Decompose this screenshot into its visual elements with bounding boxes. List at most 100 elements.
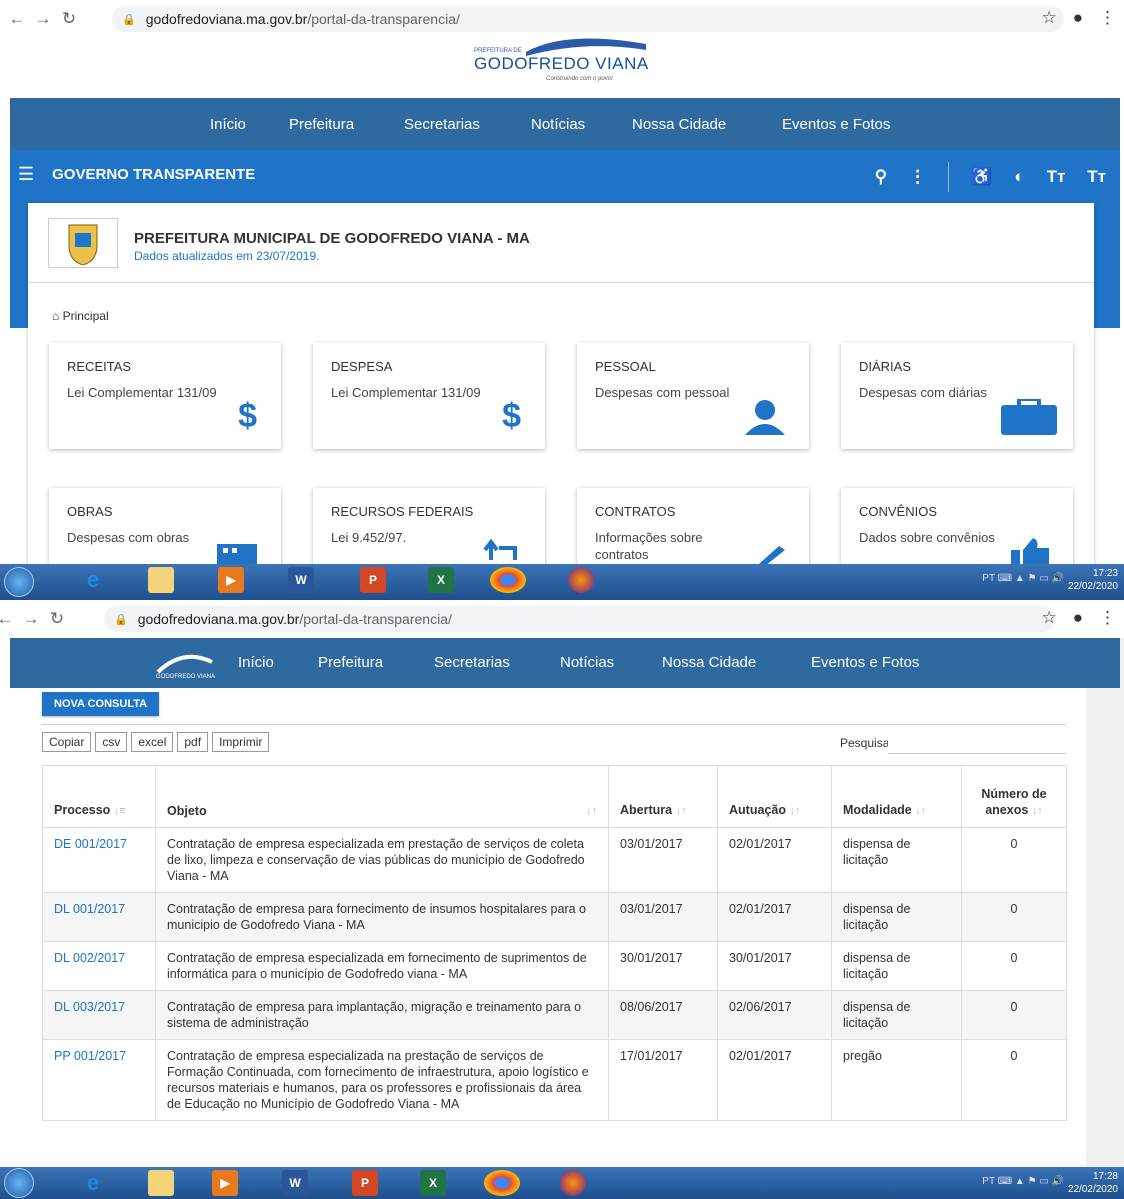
more-vert-icon[interactable]: ⋮	[909, 167, 926, 187]
col-autuacao[interactable]: Autuação ↓↑	[717, 765, 832, 828]
hamburger-menu-icon[interactable]: ☰	[18, 164, 34, 185]
bookmark-star-icon[interactable]: ☆	[1041, 8, 1056, 28]
search-icon[interactable]: ⚲	[875, 167, 887, 187]
accessibility-icon[interactable]: ♿	[971, 167, 992, 187]
chrome-icon[interactable]	[490, 567, 526, 593]
font-increase-icon[interactable]: Tт	[1047, 167, 1066, 187]
copy-button[interactable]: Copiar	[42, 732, 92, 752]
file-explorer-icon[interactable]	[148, 567, 174, 593]
chrome-icon[interactable]	[484, 1170, 520, 1196]
excel-icon[interactable]: X	[420, 1170, 446, 1196]
address-bar[interactable]: 🔒 godofredoviana.ma.gov.br/portal-da-tra…	[112, 6, 1064, 32]
clock[interactable]: 17:28 22/02/2020	[1068, 1170, 1118, 1196]
col-objeto[interactable]: Objeto ↓↑	[155, 765, 609, 828]
reload-icon[interactable]: ↻	[44, 609, 70, 629]
coat-of-arms-icon	[48, 218, 118, 268]
language-indicator[interactable]: PT	[982, 573, 995, 584]
back-icon[interactable]: ←	[4, 9, 30, 29]
browser-menu-icon[interactable]: ⋮	[1099, 8, 1116, 28]
powerpoint-icon[interactable]: P	[352, 1170, 378, 1196]
start-button[interactable]	[4, 567, 34, 597]
word-icon[interactable]: W	[288, 567, 314, 593]
site-logo[interactable]: PREFEITURA DE GODOFREDO VIANA Construind…	[466, 34, 676, 92]
clock[interactable]: 17:23 22/02/2020	[1068, 567, 1118, 593]
nav-nossa-cidade[interactable]: Nossa Cidade	[662, 654, 756, 671]
cell-processo[interactable]: DL 001/2017	[42, 892, 156, 942]
screenshot-licitacoes: ← → ↻ 🔒 godofredoviana.ma.gov.br/portal-…	[0, 600, 1124, 1199]
firefox-icon[interactable]	[560, 1170, 586, 1196]
tile-pessoal[interactable]: PESSOAL Despesas com pessoal	[577, 343, 809, 449]
language-indicator[interactable]: PT	[982, 1176, 995, 1187]
nav-inicio[interactable]: Início	[210, 116, 246, 133]
tile-despesa[interactable]: DESPESA Lei Complementar 131/09 $	[313, 343, 545, 449]
logo-name: GODOFREDO VIANA	[474, 54, 649, 73]
search-input[interactable]	[888, 734, 1066, 754]
cell-anexos: 0	[961, 941, 1067, 991]
briefcase-icon	[1001, 399, 1057, 435]
file-explorer-icon[interactable]	[148, 1170, 174, 1196]
cell-objeto: Contratação de empresa para fornecimento…	[155, 892, 609, 942]
nav-prefeitura[interactable]: Prefeitura	[289, 116, 354, 133]
cell-autuacao: 02/06/2017	[717, 990, 832, 1040]
tile-desc: Lei 9.452/97.	[331, 530, 407, 545]
tile-diarias[interactable]: DIÁRIAS Despesas com diárias	[841, 343, 1073, 449]
col-processo[interactable]: Processo ↓≡	[42, 765, 156, 828]
word-icon[interactable]: W	[282, 1170, 308, 1196]
nova-consulta-button[interactable]: NOVA CONSULTA	[42, 692, 160, 716]
nav-eventos-fotos[interactable]: Eventos e Fotos	[782, 116, 890, 133]
thumbs-up-icon	[1011, 538, 1049, 566]
breadcrumb[interactable]: ⌂ Principal	[52, 309, 109, 323]
small-logo-icon[interactable]: GODOFREDO VIANA	[148, 644, 218, 680]
contrast-icon[interactable]: ◐	[1014, 167, 1024, 187]
profile-icon[interactable]: ●	[1073, 608, 1083, 628]
cell-modalidade: dispensa de licitação	[831, 941, 962, 991]
nav-secretarias[interactable]: Secretarias	[404, 116, 480, 133]
excel-icon[interactable]: X	[428, 567, 454, 593]
cell-processo[interactable]: DE 001/2017	[42, 827, 156, 893]
start-button[interactable]	[4, 1168, 34, 1198]
forward-icon[interactable]: →	[30, 9, 56, 29]
excel-button[interactable]: excel	[131, 732, 174, 752]
csv-button[interactable]: csv	[95, 732, 128, 752]
sort-icon: ↓↑	[789, 805, 801, 817]
nav-secretarias[interactable]: Secretarias	[434, 654, 510, 671]
nav-inicio[interactable]: Início	[238, 654, 274, 671]
back-icon[interactable]: ←	[0, 609, 18, 629]
nav-noticias[interactable]: Notícias	[531, 116, 585, 133]
forward-icon[interactable]: →	[18, 609, 44, 629]
nav-eventos-fotos[interactable]: Eventos e Fotos	[811, 654, 919, 671]
media-player-icon[interactable]: ▶	[212, 1170, 238, 1196]
table-row[interactable]: DL 002/2017 Contratação de empresa espec…	[42, 941, 1067, 991]
reload-icon[interactable]: ↻	[56, 9, 82, 29]
table-row[interactable]: PP 001/2017 Contratação de empresa espec…	[42, 1039, 1067, 1121]
address-bar[interactable]: 🔒 godofredoviana.ma.gov.br/portal-da-tra…	[104, 606, 1056, 632]
firefox-icon[interactable]	[568, 567, 594, 593]
sort-icon: ↓↑	[586, 805, 597, 817]
dollar-icon: $	[238, 397, 257, 435]
bookmark-star-icon[interactable]: ☆	[1041, 608, 1056, 628]
col-abertura[interactable]: Abertura ↓↑	[608, 765, 718, 828]
cell-processo[interactable]: DL 003/2017	[42, 990, 156, 1040]
cell-processo[interactable]: DL 002/2017	[42, 941, 156, 991]
ie-icon[interactable]: e	[80, 1170, 106, 1196]
pdf-button[interactable]: pdf	[177, 732, 209, 752]
nav-prefeitura[interactable]: Prefeitura	[318, 654, 383, 671]
table-row[interactable]: DE 001/2017 Contratação de empresa espec…	[42, 827, 1067, 893]
nav-nossa-cidade[interactable]: Nossa Cidade	[632, 116, 726, 133]
media-player-icon[interactable]: ▶	[218, 567, 244, 593]
col-anexos[interactable]: Número de anexos ↓↑	[961, 765, 1067, 828]
print-button[interactable]: Imprimir	[212, 732, 270, 752]
tile-receitas[interactable]: RECEITAS Lei Complementar 131/09 $	[49, 343, 281, 449]
ie-icon[interactable]: e	[80, 567, 106, 593]
browser-menu-icon[interactable]: ⋮	[1099, 608, 1116, 628]
nav-noticias[interactable]: Notícias	[560, 654, 614, 671]
profile-icon[interactable]: ●	[1073, 8, 1083, 28]
tile-title: PESSOAL	[595, 359, 656, 374]
url-host: godofredoviana.ma.gov.br	[137, 611, 300, 627]
font-decrease-icon[interactable]: Tт	[1087, 167, 1106, 187]
cell-processo[interactable]: PP 001/2017	[42, 1039, 156, 1121]
col-modalidade[interactable]: Modalidade ↓↑	[831, 765, 962, 828]
table-row[interactable]: DL 003/2017 Contratação de empresa para …	[42, 990, 1067, 1040]
table-row[interactable]: DL 001/2017 Contratação de empresa para …	[42, 892, 1067, 942]
powerpoint-icon[interactable]: P	[360, 567, 386, 593]
